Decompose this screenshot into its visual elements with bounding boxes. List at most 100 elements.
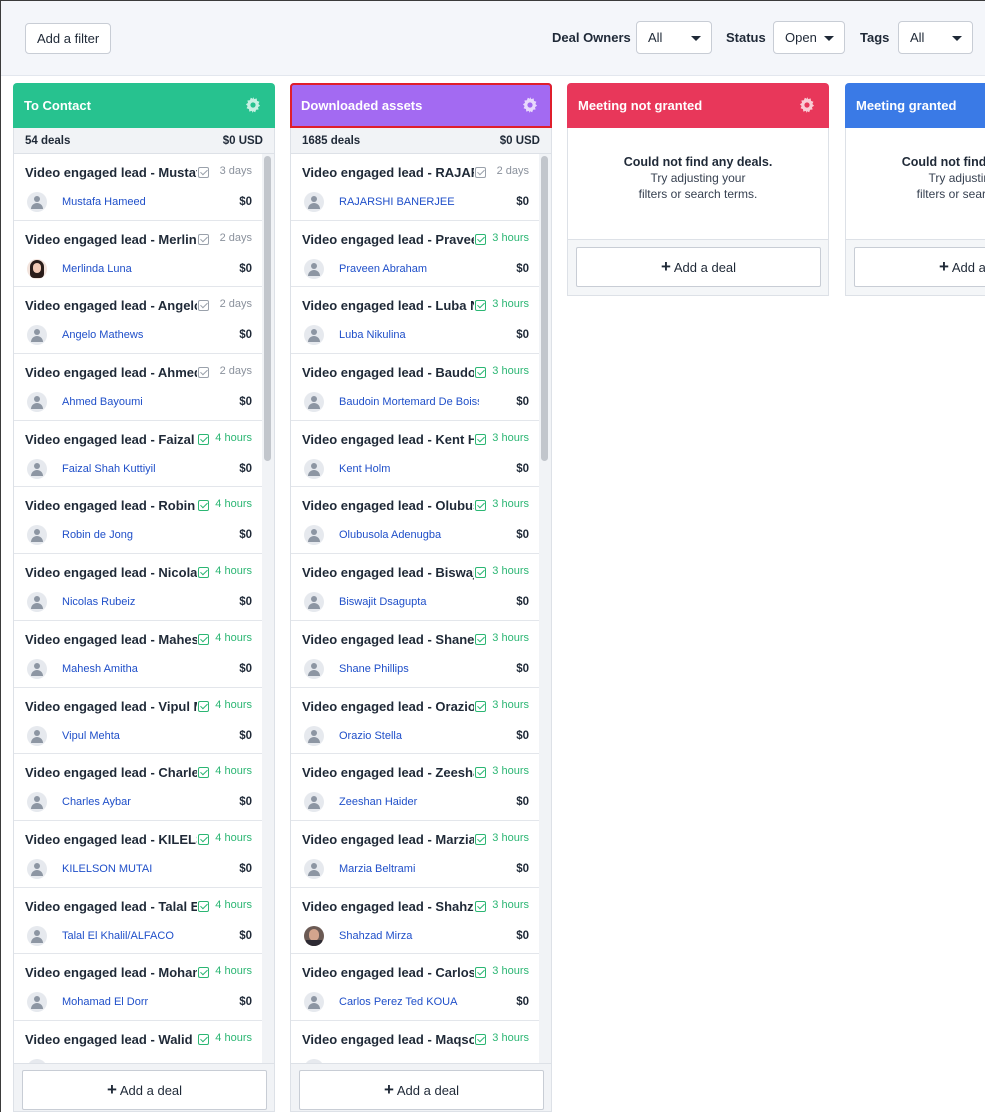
deal-title[interactable]: Video engaged lead - Carlos Perez Ted KO… (302, 965, 474, 980)
add-deal-button[interactable]: +Add a deal (854, 247, 985, 287)
deal-title[interactable]: Video engaged lead - KILELSON MUTAI (25, 832, 197, 847)
deal-title[interactable]: Video engaged lead - Zeeshan Haider (302, 765, 474, 780)
contact-link[interactable]: Carlos Perez Ted KOUA (339, 996, 479, 1008)
deal-card[interactable]: Video engaged lead - Vipul Mehta 4 hours V… (14, 687, 262, 755)
add-deal-button[interactable]: +Add a deal (22, 1070, 267, 1110)
contact-link[interactable]: Robin de Jong (62, 529, 202, 541)
deal-owners-value: All (648, 30, 663, 45)
contact-link[interactable]: Shane Phillips (339, 663, 479, 675)
deal-title[interactable]: Video engaged lead - Praveen Abraham (302, 232, 474, 247)
contact-link[interactable]: Mahesh Amitha (62, 663, 202, 675)
contact-link[interactable]: Luba Nikulina (339, 329, 479, 341)
deal-card[interactable]: Video engaged lead - Talal El Khalil/ALF… (14, 887, 262, 955)
deal-title[interactable]: Video engaged lead - Marzia Beltrami (302, 832, 474, 847)
deal-card[interactable]: Video engaged lead - Mahesh Amitha 4 hour… (14, 620, 262, 688)
deal-title[interactable]: Video engaged lead - Shahzad Mirza (302, 899, 474, 914)
contact-link[interactable]: Charles Aybar (62, 796, 202, 808)
deal-card[interactable]: Video engaged lead - Orazio Stella 3 hour… (291, 687, 539, 755)
deal-card[interactable]: Video engaged lead - Mustafa Hameed 3 day… (14, 154, 262, 221)
deal-title[interactable]: Video engaged lead - Baudoin Mortemard D… (302, 365, 474, 380)
column-header[interactable]: To Contact (13, 83, 275, 128)
deal-card[interactable]: Video engaged lead - Mohamad El Dorr 4 ho… (14, 954, 262, 1021)
deal-card[interactable]: Video engaged lead - Shahzad Mirza 3 hour… (291, 887, 539, 955)
contact-link[interactable]: Talal El Khalil/ALFACO (62, 930, 202, 942)
deal-title[interactable]: Video engaged lead - Mustafa Hameed (25, 165, 197, 180)
contact-link[interactable]: RAJARSHI BANERJEE (339, 196, 479, 208)
deal-card[interactable]: Video engaged lead - Zeeshan Haider 3 hou… (291, 754, 539, 821)
deal-title[interactable]: Video engaged lead - Merlinda Luna (25, 232, 197, 247)
deal-card[interactable]: Video engaged lead - Baudoin Mortemard D… (291, 354, 539, 421)
deal-card[interactable]: Video engaged lead - Shane Phillips 3 hou… (291, 620, 539, 688)
contact-link[interactable]: Mustafa Hameed (62, 196, 202, 208)
deal-title[interactable]: Video engaged lead - Biswajit Dsagupta (302, 565, 474, 580)
contact-link[interactable]: Mohamad El Dorr (62, 996, 202, 1008)
contact-link[interactable]: KILELSON MUTAI (62, 863, 202, 875)
scrollbar[interactable] (541, 156, 548, 461)
deal-title[interactable]: Video engaged lead - Faizal Shah Kuttiyi… (25, 432, 197, 447)
add-filter-button[interactable]: Add a filter (25, 23, 112, 54)
deal-title[interactable]: Video engaged lead - Angelo Mathews (25, 298, 197, 313)
deal-title[interactable]: Video engaged lead - Olubusola Adenugba (302, 498, 474, 513)
contact-link[interactable]: Zeeshan Haider (339, 796, 479, 808)
deal-title[interactable]: Video engaged lead - Nicolas Rubeiz (25, 565, 197, 580)
deal-card[interactable]: Video engaged lead - Merlinda Luna 2 days… (14, 220, 262, 288)
deal-title[interactable]: Video engaged lead - Walid bin Ghaith (25, 1032, 197, 1047)
contact-link[interactable]: Faizal Shah Kuttiyil (62, 463, 202, 475)
deal-card[interactable]: Video engaged lead - Kent Holm 3 hours Ken… (291, 420, 539, 488)
gear-icon[interactable] (245, 97, 261, 113)
deal-card[interactable]: Video engaged lead - Luba Nikulina 3 hour… (291, 287, 539, 355)
scrollbar[interactable] (264, 156, 271, 461)
contact-link[interactable]: Olubusola Adenugba (339, 529, 479, 541)
contact-link[interactable]: Praveen Abraham (339, 263, 479, 275)
contact-link[interactable]: Biswajit Dsagupta (339, 596, 479, 608)
deal-card[interactable]: Video engaged lead - Faizal Shah Kuttiyi… (14, 420, 262, 488)
contact-link[interactable]: Orazio Stella (339, 730, 479, 742)
column-header[interactable]: Meeting not granted (567, 83, 829, 128)
gear-icon[interactable] (522, 97, 538, 113)
deal-title[interactable]: Video engaged lead - Vipul Mehta (25, 699, 197, 714)
deal-card[interactable]: Video engaged lead - Robin de Jong 4 hour… (14, 487, 262, 555)
contact-link[interactable]: Angelo Mathews (62, 329, 202, 341)
deal-owners-select[interactable]: All (636, 21, 712, 54)
deal-title[interactable]: Video engaged lead - Luba Nikulina (302, 298, 474, 313)
deal-card[interactable]: Video engaged lead - Carlos Perez Ted KO… (291, 954, 539, 1021)
deal-title[interactable]: Video engaged lead - Talal El Khalil/ALF… (25, 899, 197, 914)
deal-card[interactable]: Video engaged lead - Marzia Beltrami 3 ho… (291, 820, 539, 888)
tags-select[interactable]: All (898, 21, 973, 54)
deal-card[interactable]: Video engaged lead - Nicolas Rubeiz 4 hou… (14, 554, 262, 621)
contact-link[interactable]: Merlinda Luna (62, 263, 202, 275)
deal-card[interactable]: Video engaged lead - Ahmed Bayoumi 2 days… (14, 354, 262, 421)
deal-title[interactable]: Video engaged lead - Maqsood Ur Rehman M… (302, 1032, 474, 1047)
deal-title[interactable]: Video engaged lead - Mohamad El Dorr (25, 965, 197, 980)
column-header[interactable]: Downloaded assets (290, 83, 552, 128)
contact-link[interactable]: Baudoin Mortemard De Boisse (339, 396, 479, 408)
deal-card[interactable]: Video engaged lead - Angelo Mathews 2 day… (14, 287, 262, 355)
deal-card[interactable]: Video engaged lead - RAJARSHI BANERJEE 2 … (291, 154, 539, 221)
deal-card[interactable]: Video engaged lead - Praveen Abraham 3 ho… (291, 220, 539, 288)
contact-link[interactable]: Ahmed Bayoumi (62, 396, 202, 408)
deal-card[interactable]: Video engaged lead - Biswajit Dsagupta 3 … (291, 554, 539, 621)
deal-title[interactable]: Video engaged lead - RAJARSHI BANERJEE (302, 165, 474, 180)
contact-link[interactable]: Shahzad Mirza (339, 930, 479, 942)
card-list[interactable]: Video engaged lead - RAJARSHI BANERJEE 2 … (290, 154, 552, 1112)
card-list[interactable]: Video engaged lead - Mustafa Hameed 3 day… (13, 154, 275, 1112)
deal-title[interactable]: Video engaged lead - Ahmed Bayoumi (25, 365, 197, 380)
deal-title[interactable]: Video engaged lead - Orazio Stella (302, 699, 474, 714)
add-deal-button[interactable]: +Add a deal (576, 247, 821, 287)
deal-title[interactable]: Video engaged lead - Charles Aybar (25, 765, 197, 780)
contact-link[interactable]: Marzia Beltrami (339, 863, 479, 875)
deal-card[interactable]: Video engaged lead - KILELSON MUTAI 4 hou… (14, 820, 262, 888)
deal-title[interactable]: Video engaged lead - Shane Phillips (302, 632, 474, 647)
deal-card[interactable]: Video engaged lead - Olubusola Adenugba 3… (291, 487, 539, 555)
gear-icon[interactable] (799, 97, 815, 113)
contact-link[interactable]: Vipul Mehta (62, 730, 202, 742)
add-deal-button[interactable]: +Add a deal (299, 1070, 544, 1110)
deal-title[interactable]: Video engaged lead - Kent Holm (302, 432, 474, 447)
deal-title[interactable]: Video engaged lead - Mahesh Amitha (25, 632, 197, 647)
deal-title[interactable]: Video engaged lead - Robin de Jong (25, 498, 197, 513)
column-header[interactable]: Meeting granted (845, 83, 985, 128)
contact-link[interactable]: Nicolas Rubeiz (62, 596, 202, 608)
deal-card[interactable]: Video engaged lead - Charles Aybar 4 hour… (14, 754, 262, 821)
contact-link[interactable]: Kent Holm (339, 463, 479, 475)
status-select[interactable]: Open (773, 21, 845, 54)
